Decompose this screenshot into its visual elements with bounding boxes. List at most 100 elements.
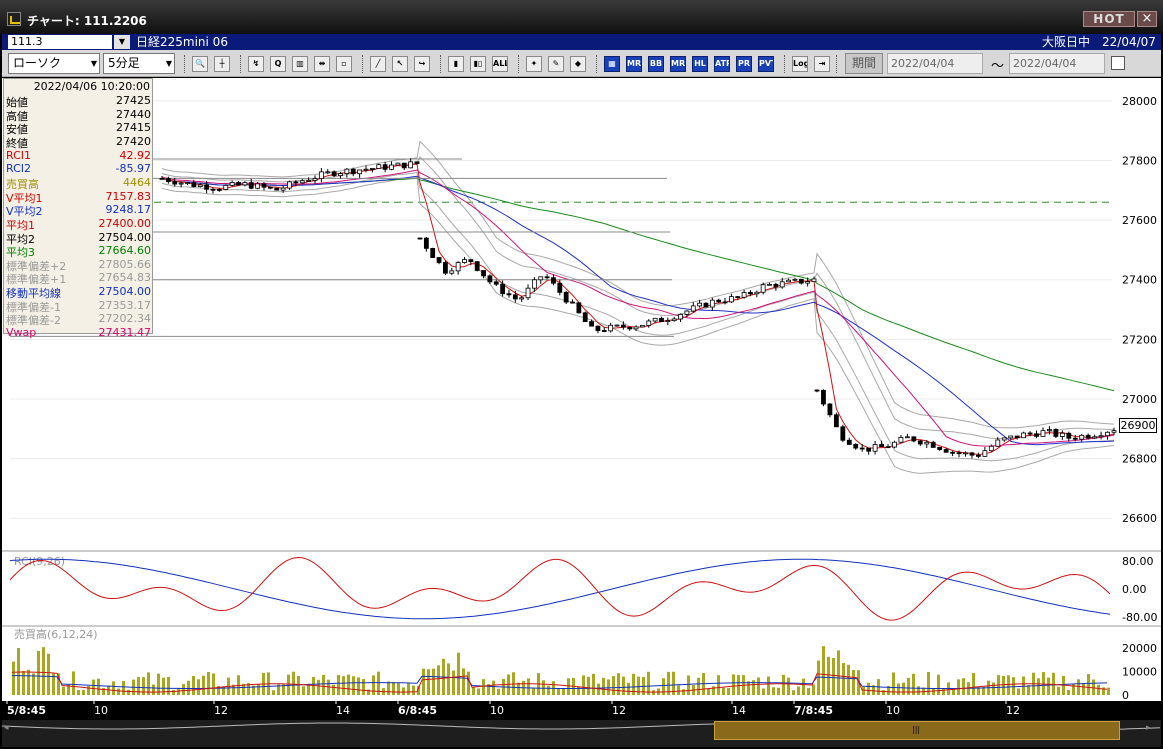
atr-icon[interactable]: ATR (714, 56, 730, 72)
cursor-icon[interactable]: ↖ (392, 56, 408, 72)
info-row: 売買高 4464 (6, 176, 151, 191)
scroll-left-icon[interactable]: ◂ (4, 723, 14, 739)
volume-bar (1067, 689, 1070, 695)
candle-body (872, 444, 878, 452)
bar-range-icon[interactable]: ▥ (292, 56, 308, 72)
ruler-icon[interactable]: ▫ (336, 56, 352, 72)
zoom-icon[interactable]: 🔍 (192, 56, 208, 72)
interval-select[interactable]: 5分足 ▼ (103, 53, 175, 74)
info-row-value: 27425 (116, 94, 151, 107)
candle-body (728, 296, 734, 303)
all-icon[interactable]: ALL (492, 56, 508, 72)
moving-average-3-line (161, 177, 1115, 392)
volume-bar (92, 679, 95, 695)
info-row: 安値 27415 (6, 121, 151, 136)
candle-body (646, 320, 652, 326)
zoom-box-icon[interactable]: Q (270, 56, 286, 72)
symbol-dropdown-icon[interactable]: ▼ (114, 35, 130, 49)
candle-body (557, 282, 563, 293)
volume-bar (297, 675, 300, 695)
range-checkbox[interactable] (1111, 56, 1125, 70)
candle-body (659, 317, 664, 323)
candle-body (376, 164, 382, 169)
tools-icon[interactable]: ✎ (548, 56, 564, 72)
mr-icon[interactable]: MR (626, 56, 642, 72)
scroll-right-icon[interactable]: ▸ (1146, 723, 1156, 739)
bb-icon[interactable]: BB (648, 56, 664, 72)
candle-body (1066, 432, 1072, 439)
candle-body (995, 439, 1001, 447)
volume-bar (722, 687, 725, 695)
crosshair-icon[interactable]: ┼ (214, 56, 230, 72)
info-row-value: 27805.66 (98, 257, 152, 271)
chart-area[interactable]: 28000 27800 27600 27400 27200 27000 26800 26600… (2, 78, 1161, 701)
candle-body (570, 301, 575, 304)
candle-body (754, 291, 760, 295)
candle-body (748, 292, 753, 295)
volume-bar (457, 652, 460, 695)
start-date-input[interactable]: 2022/04/04 (887, 53, 983, 74)
period-button[interactable]: 期間 (845, 53, 883, 74)
volume-bar (62, 686, 65, 695)
candle-body (242, 182, 248, 186)
volume-bar (42, 647, 45, 695)
candle-body (544, 276, 550, 279)
volume-bar (867, 682, 870, 695)
log-icon[interactable]: Log (792, 56, 808, 72)
candle-body (976, 454, 981, 457)
market-status: 大阪日中 (1042, 35, 1091, 49)
candle-body (1072, 437, 1078, 440)
chart-style-select[interactable]: ローソク ▼ (8, 53, 100, 74)
volume-bar (622, 676, 625, 695)
pr-icon[interactable]: PR (736, 56, 752, 72)
color-icon[interactable]: ◆ (570, 56, 586, 72)
bollinger-upper-1 (161, 156, 1114, 440)
volume-bar (962, 678, 965, 695)
volume-bar (1002, 675, 1005, 695)
candle-body (1040, 430, 1046, 437)
candle-body (159, 178, 165, 180)
redo-icon[interactable]: ↪ (414, 56, 430, 72)
candle-body (363, 168, 369, 171)
hl-icon[interactable]: HL (692, 56, 708, 72)
candle-body (1014, 435, 1020, 439)
volume-bar (677, 685, 680, 695)
trend-down-icon[interactable]: ↯ (248, 56, 264, 72)
candle-body (1047, 429, 1052, 432)
candle-icon[interactable]: ▮ (448, 56, 464, 72)
info-row-value: 27440 (116, 107, 151, 121)
candle-body (898, 437, 904, 443)
candle-body (223, 184, 229, 190)
symbol-input[interactable]: 111.3 (8, 35, 112, 49)
volume-bar (462, 668, 465, 695)
rci-tick-label: 80.00 (1122, 555, 1154, 568)
end-date-input[interactable]: 2022/04/04 (1009, 53, 1105, 74)
close-button[interactable]: × (1137, 11, 1157, 27)
pvt-icon[interactable]: PVT (758, 56, 774, 72)
candle-body (690, 305, 696, 312)
indicator-icon[interactable]: ▦ (604, 56, 620, 72)
draw-line-icon[interactable]: ╱ (370, 56, 386, 72)
candle-body (671, 318, 677, 321)
volume-bar (992, 682, 995, 695)
toolbar-separator (240, 55, 242, 73)
volume-bar (77, 690, 80, 695)
candle-body (255, 183, 261, 189)
candle-body (293, 181, 299, 184)
navigator-grip-icon[interactable]: ||| (912, 726, 922, 734)
volume-tick-label: 10000 (1122, 665, 1157, 678)
fit-icon[interactable]: ⇹ (314, 56, 330, 72)
hot-button[interactable]: HOT (1083, 11, 1135, 27)
price-tick-label: 27800 (1122, 155, 1157, 168)
candle-body (640, 325, 645, 328)
settings-icon[interactable]: ✦ (526, 56, 542, 72)
candle-red-icon[interactable]: ▮▯ (470, 56, 486, 72)
chart-canvas[interactable]: 28000 27800 27600 27400 27200 27000 26800 26600… (2, 78, 1161, 701)
candle-body (1079, 434, 1085, 440)
candle-body (197, 184, 203, 188)
export-icon[interactable]: ⇥ (814, 56, 830, 72)
mre-icon[interactable]: MRE (670, 56, 686, 72)
volume-bar (82, 689, 85, 695)
candle-body (1021, 432, 1027, 439)
toolbar-separator (362, 55, 364, 73)
